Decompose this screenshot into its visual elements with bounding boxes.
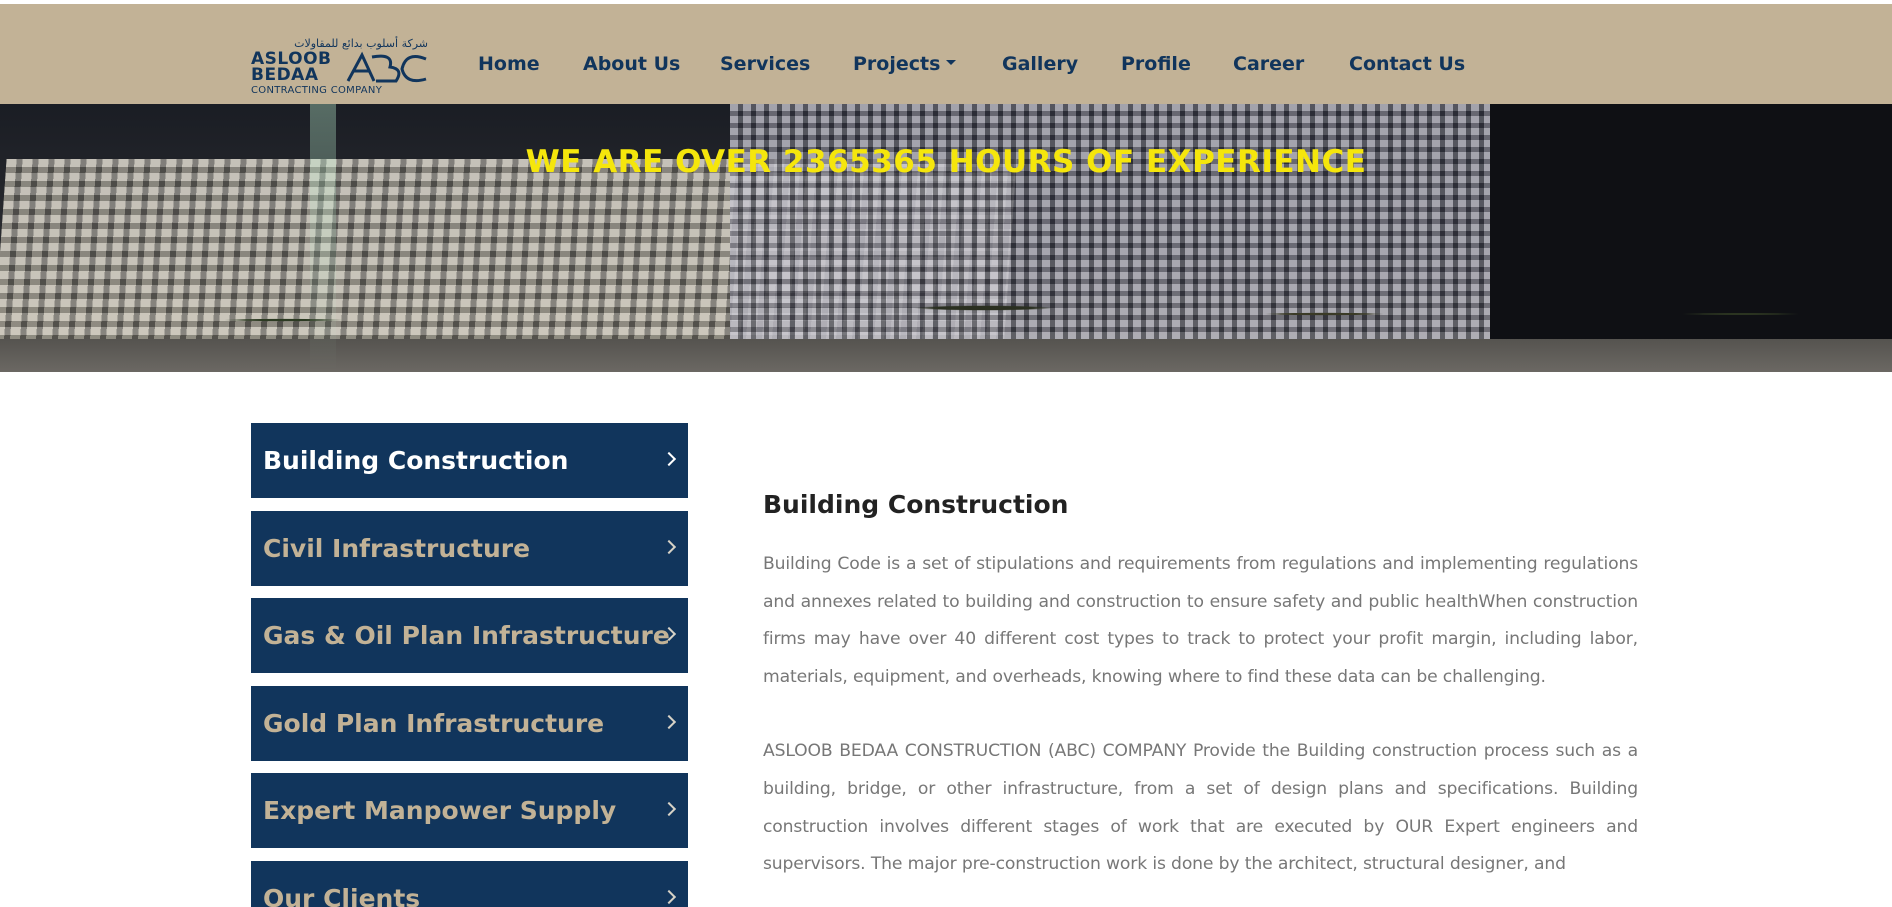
nav-career[interactable]: Career — [1233, 52, 1304, 76]
service-content: Building Construction Building Code is a… — [763, 488, 1638, 907]
company-logo[interactable]: شركة أسلوب بدائع للمقاولات ASLOOB BEDAA … — [251, 37, 428, 97]
chevron-right-icon — [661, 801, 677, 817]
sidebar-item-label: Expert Manpower Supply — [263, 796, 617, 825]
sidebar-item-building-construction[interactable]: Building Construction — [251, 423, 688, 498]
sidebar-item-label: Gold Plan Infrastructure — [263, 709, 605, 738]
sidebar-item-gold-plan[interactable]: Gold Plan Infrastructure — [251, 686, 688, 761]
logo-tagline: CONTRACTING COMPANY — [251, 85, 383, 96]
sidebar-item-label: Building Construction — [263, 446, 569, 475]
nav-about-us[interactable]: About Us — [583, 52, 680, 76]
site-header: شركة أسلوب بدائع للمقاولات ASLOOB BEDAA … — [0, 4, 1892, 104]
nav-services[interactable]: Services — [720, 52, 810, 76]
sidebar-item-label: Gas & Oil Plan Infrastructure — [263, 621, 670, 650]
chevron-right-icon — [661, 539, 677, 555]
chevron-right-icon — [661, 451, 677, 467]
sidebar-item-label: Civil Infrastructure — [263, 534, 531, 563]
nav-home[interactable]: Home — [478, 52, 540, 76]
sidebar-item-civil-infrastructure[interactable]: Civil Infrastructure — [251, 511, 688, 586]
sidebar-item-our-clients[interactable]: Our Clients — [251, 861, 688, 907]
nav-projects[interactable]: Projects — [853, 52, 957, 76]
nav-contact-us[interactable]: Contact Us — [1349, 52, 1465, 76]
paragraph-abc-process: ASLOOB BEDAA CONSTRUCTION (ABC) COMPANY … — [763, 741, 1638, 875]
abc-logo-mark-icon — [346, 51, 427, 83]
sidebar-item-gas-oil[interactable]: Gas & Oil Plan Infrastructure — [251, 598, 688, 673]
nav-projects-label: Projects — [853, 53, 941, 75]
chevron-right-icon — [661, 714, 677, 730]
logo-word-bedaa: BEDAA — [251, 65, 319, 85]
chevron-right-icon — [661, 889, 677, 905]
hero-road — [0, 339, 1892, 372]
hero-banner: WE ARE OVER 2365365 HOURS OF EXPERIENCE — [0, 104, 1892, 372]
sidebar-item-label: Our Clients — [263, 884, 421, 907]
hero-headline: WE ARE OVER 2365365 HOURS OF EXPERIENCE — [525, 144, 1367, 180]
paragraph-building-code: Building Code is a set of stipulations a… — [763, 554, 1638, 687]
sidebar-item-expert-manpower[interactable]: Expert Manpower Supply — [251, 773, 688, 848]
hero-trees — [0, 284, 1892, 344]
nav-gallery[interactable]: Gallery — [1002, 52, 1078, 76]
chevron-down-icon — [946, 60, 957, 65]
page-title: Building Construction — [763, 490, 1069, 519]
nav-profile[interactable]: Profile — [1121, 52, 1191, 76]
